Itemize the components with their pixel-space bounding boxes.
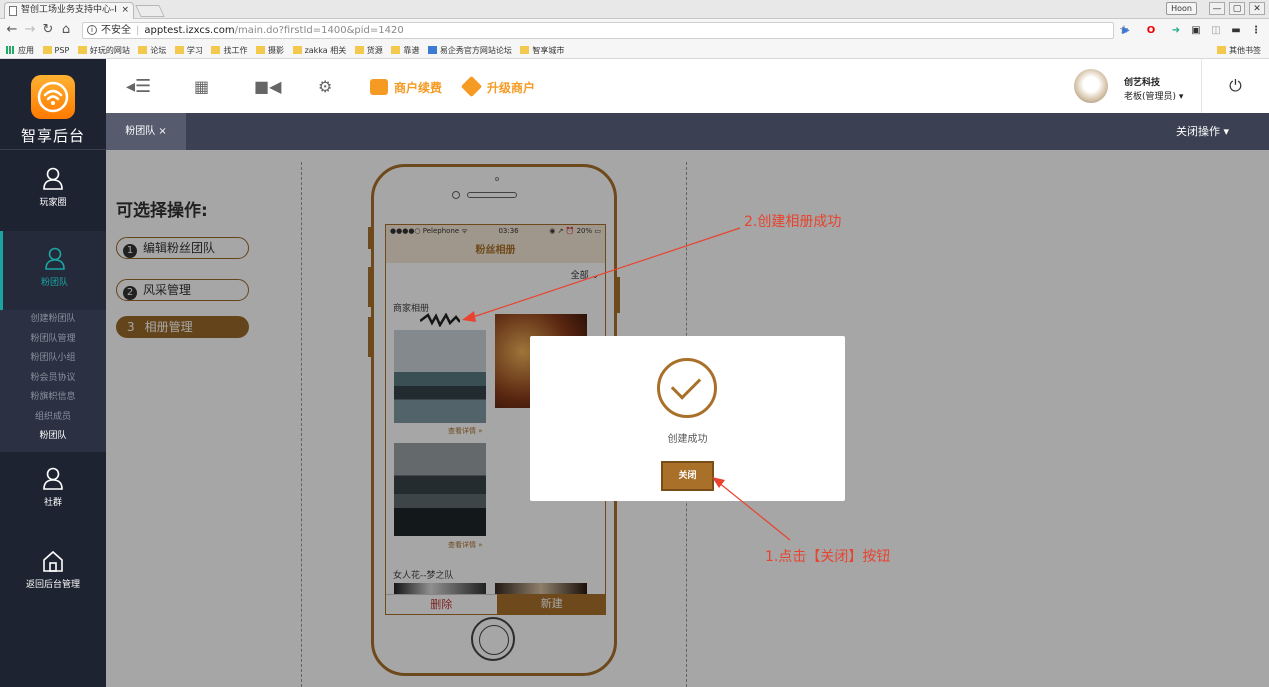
url-path: /main.do?firstId=1400&pid=1420 xyxy=(234,25,404,36)
user-icon xyxy=(44,247,65,270)
tab-fan-team[interactable]: 粉团队 × xyxy=(106,113,186,150)
menu-icon[interactable]: ⋮ xyxy=(1250,25,1262,37)
browser-tab[interactable]: 智创工场业务支持中心-I × xyxy=(4,2,134,19)
profile-button[interactable]: Hoon xyxy=(1166,2,1197,15)
browser-tabbar: 智创工场业务支持中心-I × Hoon — ▢ ✕ xyxy=(0,0,1269,19)
user-role-dropdown[interactable]: 老板(管理员) ▾ xyxy=(1124,89,1183,102)
top-bar: ◂☰ ▦ ■◀ ⚙ 商户续费 升级商户 创艺科技 老板(管理员) ▾ ⏻ xyxy=(106,59,1269,113)
sidebar-submenu: 创建粉团队 粉团队管理 粉团队小组 粉会员协议 粉旗帜信息 组织成员 粉团队 xyxy=(0,310,106,452)
submenu-item[interactable]: 粉旗帜信息 xyxy=(0,388,106,408)
address-bar-row: ← → ↻ ⌂ i 不安全 | apptest.izxcs.com/main.do?… xyxy=(0,19,1269,43)
user-icon xyxy=(43,167,63,190)
submenu-item[interactable]: 粉团队管理 xyxy=(0,330,106,350)
home-icon[interactable]: ⌂ xyxy=(58,22,74,38)
home-icon xyxy=(43,550,63,572)
page-icon xyxy=(9,6,17,16)
minimize-button[interactable]: — xyxy=(1209,2,1225,15)
submenu-item-current[interactable]: 粉团队 xyxy=(0,427,106,447)
gear-icon[interactable]: ⚙ xyxy=(318,79,332,95)
bookmark[interactable]: 好玩的网站 xyxy=(77,43,130,59)
bookmark[interactable]: 找工作 xyxy=(211,43,247,59)
sidebar-item-label: 返回后台管理 xyxy=(25,580,80,590)
bookmarks-bar: 应用 PSP 好玩的网站 论坛 学习 找工作 摄影 zakka 相关 货源 靠谱… xyxy=(0,43,1269,59)
menu-collapse-icon[interactable]: ◂☰ xyxy=(126,78,151,96)
success-message: 创建成功 xyxy=(667,434,708,445)
bookmark[interactable]: 摄影 xyxy=(256,43,284,59)
power-icon[interactable]: ⏻ xyxy=(1201,59,1269,113)
avatar[interactable] xyxy=(1074,69,1108,103)
sidebar-item-player-circle[interactable]: 玩家圈 xyxy=(0,167,106,237)
extension-icon[interactable]: ◫ xyxy=(1210,25,1222,37)
user-icon xyxy=(43,467,63,490)
submenu-item[interactable]: 粉会员协议 xyxy=(0,369,106,389)
annotation-step1: 1.点击【关闭】按钮 xyxy=(765,549,891,565)
url-field[interactable]: i 不安全 | apptest.izxcs.com/main.do?firstId=… xyxy=(82,22,1114,39)
sidebar-item-back-admin[interactable]: 返回后台管理 xyxy=(0,549,106,619)
user-name: 创艺科技 xyxy=(1124,78,1161,88)
forward-icon[interactable]: → xyxy=(22,22,38,38)
annotation-step2: 2.创建相册成功 xyxy=(744,214,842,230)
sidebar-item-fan-team[interactable]: 粉团队 xyxy=(0,231,106,311)
renew-button[interactable]: 商户续费 xyxy=(370,79,442,96)
success-dialog: 创建成功 关闭 xyxy=(530,336,845,501)
page-tabs: 粉团队 × 关闭操作 ▾ xyxy=(106,113,1269,150)
close-operations-dropdown[interactable]: 关闭操作 ▾ xyxy=(1176,113,1229,150)
video-icon[interactable]: ■◀ xyxy=(254,79,281,95)
sidebar-item-label: 玩家圈 xyxy=(39,198,67,208)
sidebar-item-community[interactable]: 社群 xyxy=(0,467,106,537)
sidebar-item-label: 社群 xyxy=(43,498,62,508)
url-host: apptest.izxcs.com xyxy=(144,25,235,36)
other-bookmarks[interactable]: 其他书签 xyxy=(1217,43,1261,59)
opera-icon[interactable]: O xyxy=(1145,25,1157,37)
diamond-icon xyxy=(460,75,483,98)
info-icon[interactable]: i xyxy=(87,25,97,35)
grid-icon[interactable]: ▦ xyxy=(194,79,209,95)
bookmark[interactable]: 易企秀官方网站论坛 xyxy=(427,43,512,59)
close-button[interactable]: 关闭 xyxy=(661,461,714,491)
window-close-button[interactable]: ✕ xyxy=(1249,2,1265,15)
extension-icon[interactable]: ▬ xyxy=(1230,25,1242,37)
upgrade-button[interactable]: 升级商户 xyxy=(460,75,535,98)
tab-close-icon[interactable]: × xyxy=(121,3,129,18)
bookmark[interactable]: 论坛 xyxy=(138,43,166,59)
extension-icon[interactable]: ▶ xyxy=(1120,25,1132,37)
bookmark[interactable]: 学习 xyxy=(174,43,203,59)
extension-icon[interactable]: ▣ xyxy=(1190,25,1202,37)
bookmark[interactable]: PSP xyxy=(42,43,69,59)
back-icon[interactable]: ← xyxy=(4,22,20,38)
reload-icon[interactable]: ↻ xyxy=(40,22,56,38)
new-tab-button[interactable] xyxy=(135,5,165,17)
check-circle-icon xyxy=(657,358,717,418)
extension-icon[interactable]: ➜ xyxy=(1170,25,1182,37)
submenu-item[interactable]: 组织成员 xyxy=(0,408,106,428)
app-logo xyxy=(31,75,75,119)
bookmark[interactable]: zakka 相关 xyxy=(292,43,346,59)
tab-title: 智创工场业务支持中心-I xyxy=(21,5,117,15)
security-label: 不安全 xyxy=(101,25,131,36)
maximize-button[interactable]: ▢ xyxy=(1229,2,1245,15)
submenu-item[interactable]: 创建粉团队 xyxy=(0,310,106,330)
sidebar-item-label: 粉团队 xyxy=(40,278,68,288)
wallet-icon xyxy=(370,79,388,95)
submenu-item[interactable]: 粉团队小组 xyxy=(0,349,106,369)
divider xyxy=(0,149,106,150)
bookmark[interactable]: 靠谱 xyxy=(391,43,419,59)
bookmark[interactable]: 智享城市 xyxy=(520,43,564,59)
sidebar: 智享后台 玩家圈 粉团队 创建粉团队 粉团队管理 粉团队小组 粉会员协议 粉旗帜… xyxy=(0,59,106,687)
logo-text: 智享后台 xyxy=(20,127,85,145)
bookmark-apps[interactable]: 应用 xyxy=(6,43,34,59)
bookmark[interactable]: 货源 xyxy=(354,43,383,59)
